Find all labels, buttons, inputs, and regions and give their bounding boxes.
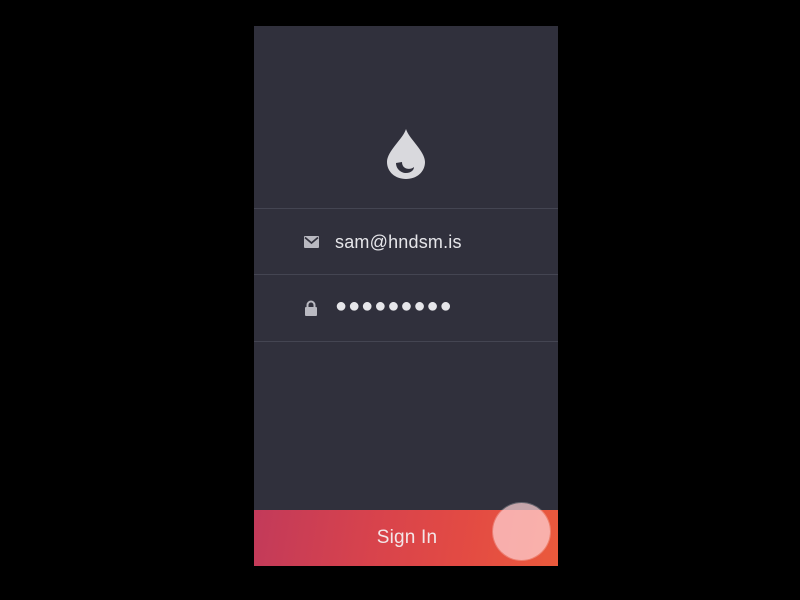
login-screen: sam@hndsm.is ●●●●●●●●● Sign In [254, 26, 558, 566]
lock-icon [303, 300, 319, 316]
divider-bottom [254, 341, 558, 342]
sign-in-label: Sign In [376, 527, 438, 548]
logo-area [254, 26, 558, 208]
touch-indicator [493, 503, 550, 560]
password-value: ●●●●●●●●● [335, 295, 453, 317]
email-field[interactable]: sam@hndsm.is [254, 209, 558, 275]
email-value: sam@hndsm.is [335, 231, 462, 252]
water-drop-icon [387, 129, 425, 179]
password-field[interactable]: ●●●●●●●●● [254, 275, 558, 341]
envelope-icon [303, 234, 319, 250]
